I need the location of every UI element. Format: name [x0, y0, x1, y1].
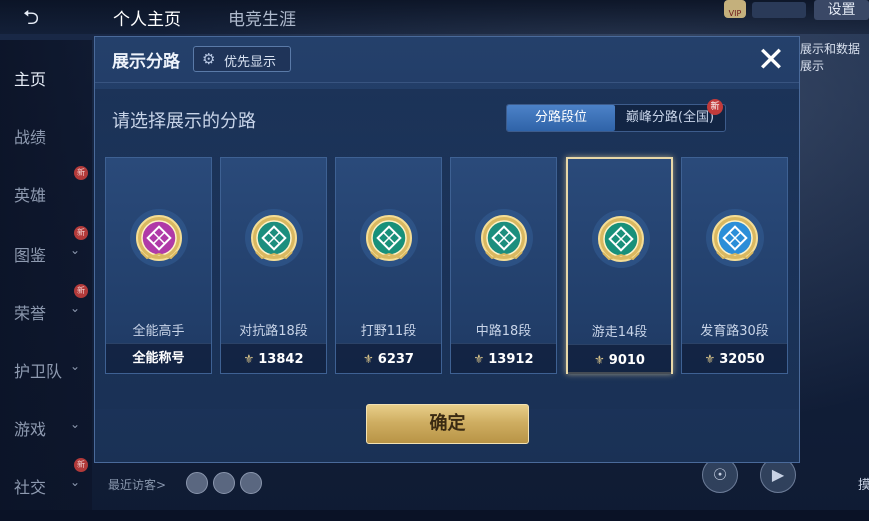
lane-footer: ⚜ 6237 [336, 343, 441, 373]
lane-title: 全能称号 [132, 351, 185, 366]
lane-points: 9010 [608, 353, 645, 368]
nav-item-label: 社交 [14, 478, 47, 497]
lane-emblem-icon [244, 208, 304, 268]
nav-item-label: 护卫队 [14, 362, 63, 381]
lane-name: 对抗路18段 [239, 324, 308, 339]
nav-item[interactable]: 游戏 ⌄ [0, 412, 92, 442]
lane-name: 中路18段 [475, 324, 532, 339]
new-badge: 新 [74, 226, 88, 240]
lane-card[interactable]: 发育路30段 ⚜ 32050 [681, 157, 788, 374]
top-bar-field[interactable] [752, 2, 806, 18]
confirm-button[interactable]: 确定 [366, 404, 529, 444]
visitor-avatar[interactable] [186, 472, 208, 494]
nav-item-label: 英雄 [14, 186, 47, 205]
lane-emblem-icon [359, 208, 419, 268]
lane-footer: ⚜ 13842 [221, 343, 326, 373]
lane-points: 13842 [258, 352, 304, 367]
lane-points: 6237 [377, 352, 414, 367]
gear-icon: ⚙ [202, 50, 216, 68]
new-badge: 新 [74, 284, 88, 298]
nav-item-label: 战绩 [14, 128, 47, 147]
nav-item-label: 游戏 [14, 420, 47, 439]
nav-item-label: 主页 [14, 70, 47, 89]
play-icon: ▶ [771, 465, 785, 484]
chevron-down-icon: ⌄ [70, 475, 81, 489]
lane-emblem-icon [474, 208, 534, 268]
lane-points: 32050 [719, 352, 765, 367]
nav-item[interactable]: 荣誉 ⌄ 新 [0, 284, 92, 326]
modal-header: 展示分路 ⚙ 优先显示 ✕ [95, 37, 799, 83]
back-arrow-icon: ⮌ [22, 5, 40, 29]
select-lane-prompt: 请选择展示的分路 [112, 111, 256, 132]
lane-footer: 全能称号 [106, 343, 211, 373]
tab-esports-career[interactable]: 电竞生涯 [228, 5, 296, 30]
nav-item-label: 荣誉 [14, 304, 47, 323]
lane-name: 发育路30段 [700, 324, 769, 339]
lane-card[interactable]: 中路18段 ⚜ 13912 [450, 157, 557, 374]
lane-display-modal: 展示分路 ⚙ 优先显示 ✕ 请选择展示的分路 分路段位 巅峰分路(全国) 新 全… [94, 36, 800, 463]
lane-name: 全能高手 [132, 324, 185, 339]
right-edge-text: 摸 [858, 478, 869, 493]
lane-emblem-icon [705, 208, 765, 268]
lane-mode-toggle: 分路段位 巅峰分路(全国) 新 [506, 99, 726, 132]
lane-footer: ⚜ 32050 [682, 343, 787, 373]
settings-button[interactable]: 设置 [814, 0, 869, 20]
nav-item[interactable]: 社交 ⌄ 新 [0, 458, 92, 500]
modal-title: 展示分路 [112, 52, 180, 72]
nav-item[interactable]: 战绩 [0, 120, 92, 150]
chevron-down-icon: ⌄ [70, 417, 81, 431]
lane-emblem-icon [591, 209, 651, 269]
rank-points-icon: ⚜ [473, 352, 485, 366]
rank-points-icon: ⚜ [704, 352, 716, 366]
chevron-down-icon: ⌄ [70, 243, 81, 257]
nav-item[interactable]: 主页 [0, 62, 92, 92]
lane-card[interactable]: 全能高手 全能称号 [105, 157, 212, 374]
lane-footer: ⚜ 9010 [568, 344, 671, 374]
close-button[interactable]: ✕ [751, 40, 791, 80]
nav-item[interactable]: 图鉴 ⌄ 新 [0, 226, 92, 268]
tab-personal-home[interactable]: 个人主页 [113, 5, 181, 30]
lane-card[interactable]: 游走14段 ⚜ 9010 [566, 157, 673, 374]
rank-points-icon: ⚜ [363, 352, 374, 366]
new-badge: 新 [707, 99, 723, 115]
back-button[interactable]: ⮌ [8, 6, 54, 28]
lane-emblem-icon [129, 208, 189, 268]
bottom-strip [0, 510, 869, 521]
rank-points-icon: ⚜ [243, 352, 255, 366]
new-badge: 新 [74, 458, 88, 472]
toggle-lane-rank[interactable]: 分路段位 [507, 105, 615, 131]
recent-visitors-link[interactable]: 最近访客> [108, 476, 166, 493]
figure-icon: ☉ [712, 465, 728, 484]
chevron-down-icon: ⌄ [70, 359, 81, 373]
visitor-avatar[interactable] [240, 472, 262, 494]
lane-name: 游走14段 [591, 325, 648, 340]
lane-name: 打野11段 [360, 324, 417, 339]
vip-badge: VIP [724, 0, 746, 18]
visitor-avatar[interactable] [213, 472, 235, 494]
priority-display-button[interactable]: ⚙ 优先显示 [193, 46, 291, 72]
nav-item[interactable]: 英雄 新 [0, 166, 92, 208]
nav-item[interactable]: 护卫队 ⌄ [0, 354, 92, 384]
right-peek-text: 展示和数据展示 [800, 42, 861, 73]
rank-points-icon: ⚜ [594, 353, 605, 367]
lane-card[interactable]: 对抗路18段 ⚜ 13842 [220, 157, 327, 374]
close-icon: ✕ [756, 40, 786, 80]
lane-card[interactable]: 打野11段 ⚜ 6237 [335, 157, 442, 374]
lane-points: 13912 [488, 352, 534, 367]
new-badge: 新 [74, 166, 88, 180]
chevron-down-icon: ⌄ [70, 301, 81, 315]
priority-display-label: 优先显示 [224, 55, 277, 70]
lane-footer: ⚜ 13912 [451, 343, 556, 373]
nav-item-label: 图鉴 [14, 246, 47, 265]
top-bar: ⮌ 个人主页 电竞生涯 VIP 设置 [0, 0, 869, 34]
